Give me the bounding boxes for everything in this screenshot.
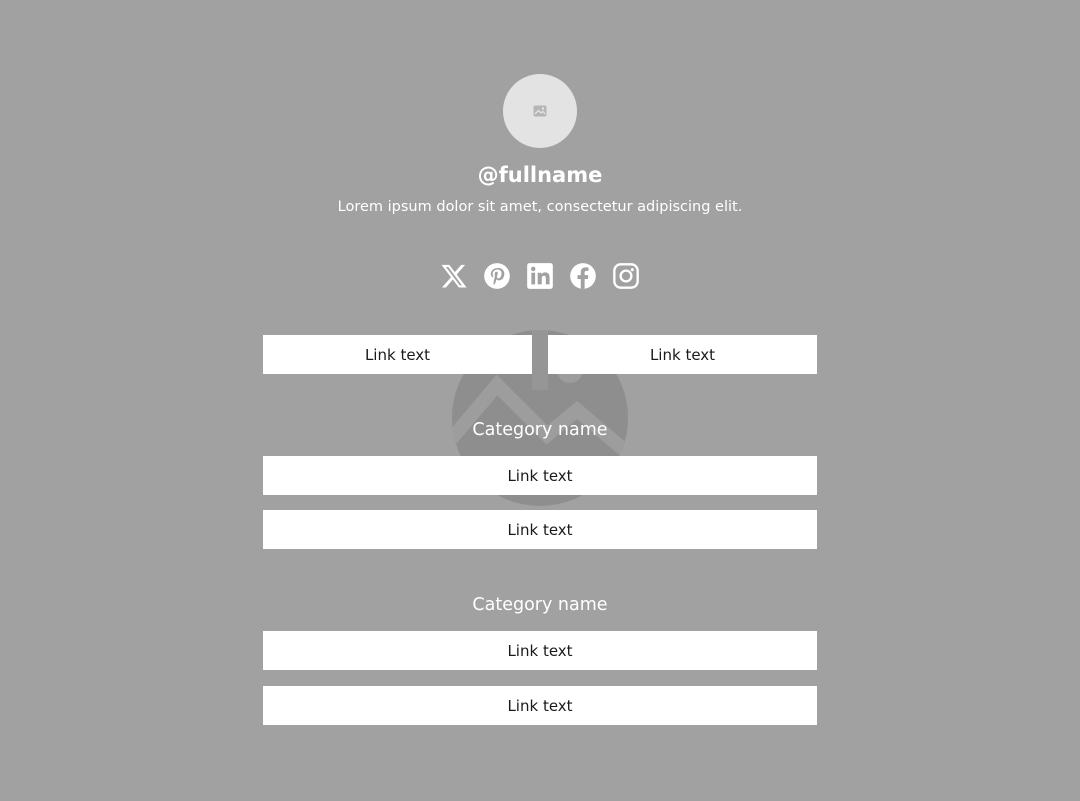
link-button[interactable]: Link text <box>263 510 817 549</box>
link-button[interactable]: Link text <box>548 335 817 374</box>
link-button-label: Link text <box>649 345 716 364</box>
link-button-label: Link text <box>364 345 431 364</box>
link-button[interactable]: Link text <box>263 686 817 725</box>
pinterest-icon <box>484 263 510 289</box>
social-link-instagram[interactable] <box>610 259 642 293</box>
link-button[interactable]: Link text <box>263 456 817 495</box>
social-links <box>263 259 817 293</box>
link-button-label: Link text <box>507 641 573 660</box>
image-placeholder-icon <box>533 105 547 117</box>
x-icon <box>441 264 467 288</box>
link-button[interactable]: Link text <box>263 335 532 374</box>
instagram-icon <box>613 263 639 289</box>
linkedin-icon <box>527 263 553 289</box>
avatar[interactable] <box>503 74 577 148</box>
link-button-label: Link text <box>507 520 573 539</box>
social-link-linkedin[interactable] <box>524 259 556 293</box>
profile-bio: Lorem ipsum dolor sit amet, consectetur … <box>337 199 743 215</box>
social-link-x[interactable] <box>438 259 470 293</box>
profile-username: @fullname <box>477 163 603 187</box>
social-link-facebook[interactable] <box>567 259 599 293</box>
link-button-label: Link text <box>507 696 573 715</box>
facebook-icon <box>570 263 596 289</box>
category-heading: Category name <box>472 420 608 440</box>
link-button[interactable]: Link text <box>263 631 817 670</box>
category-heading: Category name <box>472 595 608 615</box>
link-button-label: Link text <box>507 466 573 485</box>
social-link-pinterest[interactable] <box>481 259 513 293</box>
